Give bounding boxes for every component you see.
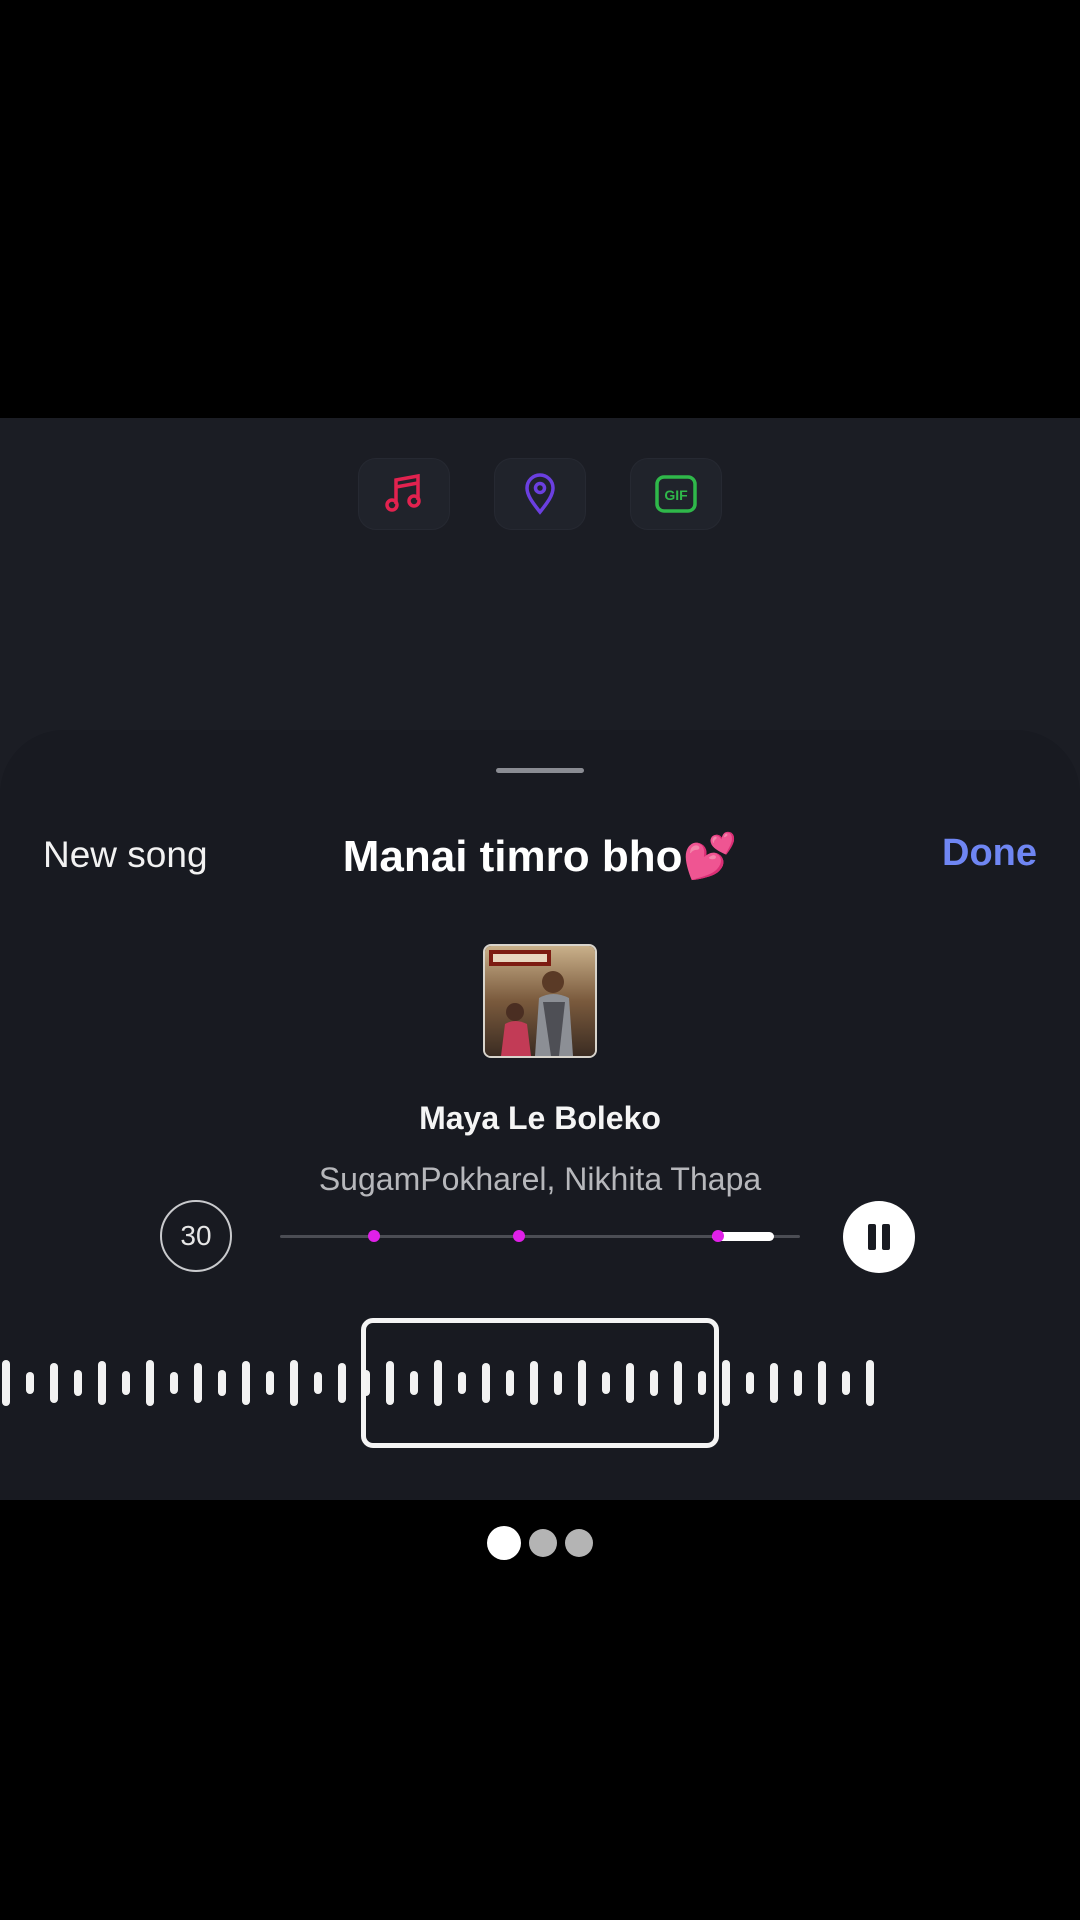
sheet-title: Manai timro bho💕	[342, 832, 738, 881]
song-title: Maya Le Boleko	[419, 1100, 661, 1136]
pause-button[interactable]	[843, 1201, 915, 1273]
page-dot-2	[529, 1529, 557, 1557]
music-sticker-button[interactable]	[358, 458, 450, 530]
done-button[interactable]: Done	[942, 832, 1037, 875]
song-progress-track[interactable]	[280, 1230, 800, 1242]
waveform-bar	[242, 1361, 250, 1405]
sheet-drag-handle[interactable]	[496, 768, 584, 773]
track-marker-current	[711, 1230, 724, 1242]
track-marker-2	[513, 1230, 526, 1242]
waveform-bar	[194, 1363, 202, 1403]
waveform-bar	[794, 1370, 802, 1396]
duration-value: 30	[180, 1220, 212, 1251]
waveform-bar	[770, 1363, 778, 1403]
waveform-bar	[218, 1370, 226, 1396]
waveform-bar	[266, 1371, 274, 1395]
waveform-bar	[74, 1370, 82, 1396]
waveform-bar	[746, 1372, 754, 1394]
page-indicator	[0, 1526, 1080, 1560]
waveform-bar	[842, 1371, 850, 1395]
waveform-bar	[818, 1361, 826, 1405]
waveform-bar	[170, 1372, 178, 1394]
waveform-bar	[722, 1360, 730, 1406]
page-dot-1	[487, 1526, 521, 1560]
waveform-bar	[122, 1371, 130, 1395]
waveform-bar	[866, 1360, 874, 1406]
waveform-bar	[26, 1372, 34, 1394]
location-pin-icon	[525, 473, 555, 515]
waveform-bar	[314, 1372, 322, 1394]
song-artist: SugamPokharel, Nikhita Thapa	[318, 1161, 762, 1197]
waveform-bar	[146, 1360, 154, 1406]
gif-icon: GIF	[655, 475, 697, 513]
waveform-bar	[50, 1363, 58, 1403]
clip-selector-frame[interactable]	[361, 1318, 719, 1448]
waveform-bar	[98, 1361, 106, 1405]
clip-duration-button[interactable]: 30	[160, 1200, 232, 1272]
sticker-tray: GIF	[0, 458, 1080, 530]
music-note-icon	[385, 473, 421, 512]
gif-sticker-button[interactable]: GIF	[630, 458, 722, 530]
pause-icon	[868, 1224, 876, 1250]
gif-label: GIF	[664, 487, 688, 503]
music-bottom-sheet: New song Manai timro bho💕 Done Maya Le B…	[0, 730, 1080, 1500]
waveform-bar	[290, 1360, 298, 1406]
location-sticker-button[interactable]	[494, 458, 586, 530]
page-dot-3	[565, 1529, 593, 1557]
waveform-bar	[338, 1363, 346, 1403]
album-cover	[483, 944, 597, 1058]
track-marker-1	[367, 1230, 380, 1242]
waveform-bar	[2, 1360, 10, 1406]
